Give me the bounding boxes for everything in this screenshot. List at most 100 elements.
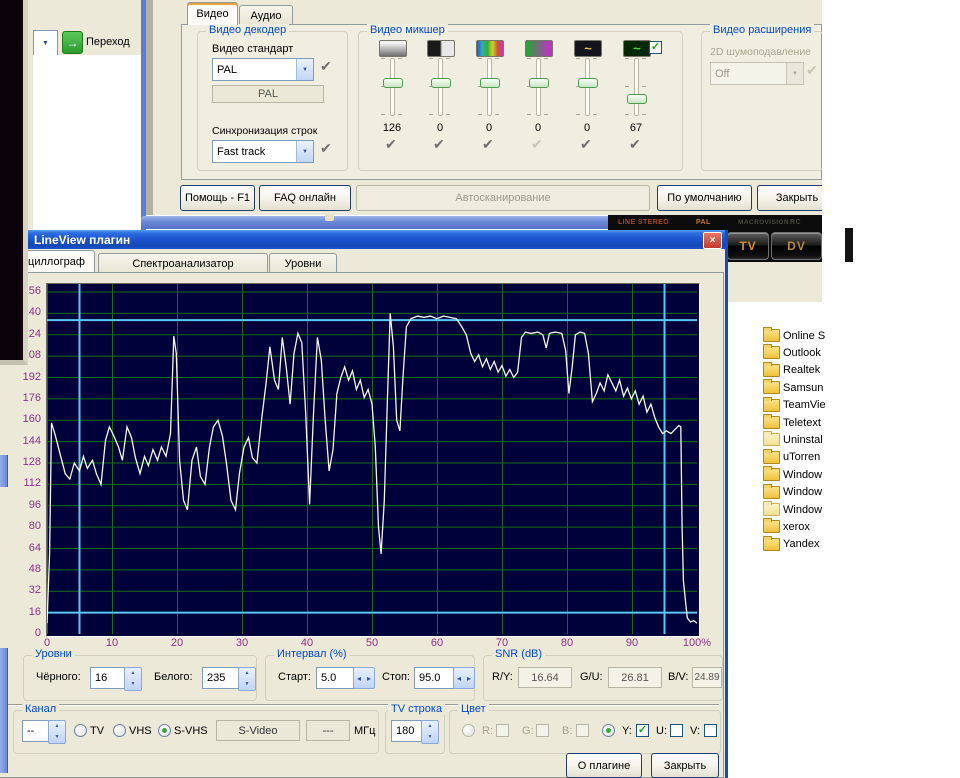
mixer-slider[interactable]: 0✔ (514, 38, 562, 168)
black-level-spinner[interactable]: ▲▼ (124, 667, 142, 691)
apply-check-icon[interactable]: ✔ (629, 136, 641, 153)
stop-label: Стоп: (382, 671, 410, 683)
close-icon[interactable]: × (703, 232, 722, 249)
x-axis-tick-label: 80 (550, 637, 584, 649)
white-level-label: Белого: (154, 671, 193, 683)
faq-button[interactable]: FAQ онлайн (259, 185, 351, 211)
slider-tick (446, 114, 450, 115)
folder-item[interactable]: TeamVie (763, 399, 826, 412)
folder-item[interactable]: Uninstal (763, 433, 823, 446)
apply-check-icon[interactable]: ✔ (433, 136, 445, 153)
white-level-field[interactable]: 235 (202, 667, 242, 689)
folder-item[interactable]: Window (763, 468, 822, 481)
tab-spectrum-analyzer[interactable]: Спектроанализатор (98, 253, 268, 273)
close-settings-button[interactable]: Закрыть (757, 185, 822, 211)
radio-rgb[interactable] (462, 724, 475, 737)
close-plugin-button[interactable]: Закрыть (651, 753, 719, 778)
apply-check-icon[interactable]: ✔ (580, 136, 592, 153)
stop-spinner[interactable]: ◂▸ (453, 667, 475, 689)
titlebar[interactable]: LineView плагин (0, 230, 725, 249)
defaults-button[interactable]: По умолчанию (657, 185, 752, 211)
mixer-slider[interactable]: 0✔ (465, 38, 513, 168)
y-axis-tick-label: 128 (5, 456, 41, 468)
mixer-slider[interactable]: ~0✔ (563, 38, 611, 168)
stop-field[interactable]: 95.0 (414, 667, 458, 689)
folder-label: Teletext (783, 417, 821, 429)
slider-tick (527, 58, 531, 59)
folder-item[interactable]: uTorren (763, 451, 820, 464)
explorer-pane-header (722, 262, 822, 304)
chevron-down-icon[interactable]: ▼ (296, 141, 313, 162)
slider-thumb[interactable] (431, 78, 451, 88)
black-level-value: 16 (95, 672, 107, 684)
help-button[interactable]: Помощь - F1 (180, 185, 255, 211)
mixer-slider[interactable]: 0✔ (416, 38, 464, 168)
folder-item[interactable]: Online S (763, 329, 825, 342)
slider-thumb[interactable] (627, 94, 647, 104)
folder-icon (763, 451, 780, 464)
apply-check-icon[interactable]: ✔ (385, 136, 397, 153)
slider-value: 0 (514, 122, 562, 134)
slider-tick (429, 58, 433, 59)
g-checkbox (536, 724, 549, 737)
tv-button[interactable]: TV (727, 232, 769, 260)
apply-check-icon[interactable]: ✔ (320, 58, 332, 75)
y-axis-tick-label: 192 (5, 371, 41, 383)
black-level-field[interactable]: 16 (90, 667, 128, 689)
slider-thumb[interactable] (480, 78, 500, 88)
slider-thumb[interactable] (383, 78, 403, 88)
start-spinner[interactable]: ◂▸ (353, 667, 375, 689)
tv-line-value: 180 (396, 725, 414, 737)
tv-line-field[interactable]: 180 (391, 720, 425, 742)
v-label: V: (690, 725, 700, 737)
radio-svhs[interactable] (158, 724, 171, 737)
slider-tick (429, 114, 433, 115)
tab-audio[interactable]: Аудио (239, 5, 293, 25)
window-notch (325, 214, 334, 221)
slider-thumb[interactable] (578, 78, 598, 88)
about-plugin-button[interactable]: О плагине (566, 753, 642, 778)
apply-check-icon[interactable]: ✔ (531, 136, 543, 153)
tab-video[interactable]: Видео (187, 2, 238, 25)
folder-item[interactable]: Yandex (763, 538, 820, 551)
sync-select[interactable]: Fast track ▼ (212, 140, 314, 163)
chevron-down-icon[interactable]: ▼ (296, 59, 313, 80)
group-caption: Уровни (32, 648, 75, 660)
slider-tick (381, 114, 385, 115)
folder-item[interactable]: xerox (763, 520, 810, 533)
radio-tv[interactable] (74, 724, 87, 737)
radio-yuv[interactable] (602, 724, 615, 737)
folder-item[interactable]: Outlook (763, 346, 821, 359)
contrast-icon (427, 40, 455, 57)
mixer-checkbox[interactable]: ✓ (649, 41, 662, 54)
video-standard-select[interactable]: PAL ▼ (212, 58, 314, 81)
white-level-spinner[interactable]: ▲▼ (238, 667, 256, 691)
dv-button[interactable]: DV (771, 232, 822, 260)
input-source-field: S-Video (216, 720, 300, 741)
tv-line-spinner[interactable]: ▲▼ (421, 720, 439, 744)
folder-item[interactable]: Teletext (763, 416, 821, 429)
folder-item[interactable]: Window (763, 503, 822, 516)
x-axis-tick-label: 40 (290, 637, 324, 649)
mixer-slider[interactable]: 126✔ (368, 38, 416, 168)
folder-item[interactable]: Samsun (763, 381, 823, 394)
folder-label: Realtek (783, 364, 820, 376)
channel-dropdown-button[interactable]: ▼ (33, 30, 58, 56)
folder-item[interactable]: Window (763, 486, 822, 499)
mixer-slider[interactable]: ~✓67✔ (612, 38, 660, 168)
tab-levels[interactable]: Уровни (269, 253, 337, 273)
start-field[interactable]: 5.0 (316, 667, 358, 689)
u-checkbox[interactable] (670, 724, 683, 737)
folder-icon (763, 468, 780, 481)
v-checkbox[interactable] (704, 724, 717, 737)
bv-field: 24.89 (692, 667, 722, 688)
apply-check-icon[interactable]: ✔ (482, 136, 494, 153)
go-button[interactable]: → (62, 31, 83, 54)
radio-vhs[interactable] (113, 724, 126, 737)
y-checkbox[interactable]: ✓ (636, 724, 649, 737)
channel-spinner[interactable]: ▲▼ (48, 720, 66, 744)
folder-item[interactable]: Realtek (763, 364, 820, 377)
slider-thumb[interactable] (529, 78, 549, 88)
apply-check-icon[interactable]: ✔ (320, 140, 332, 157)
window-title: LineView плагин (34, 233, 130, 247)
